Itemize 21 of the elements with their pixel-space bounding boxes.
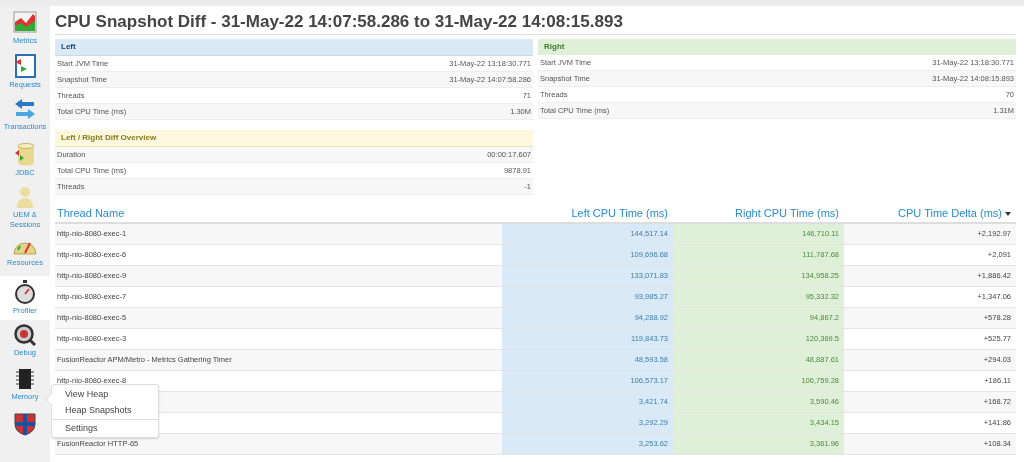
- stopwatch-icon: [14, 280, 36, 304]
- panel-header: Left / Right Diff Overview: [55, 130, 533, 147]
- column-header[interactable]: Right CPU Time (ms): [673, 207, 844, 222]
- arrows-icon: [14, 98, 36, 120]
- column-header[interactable]: Thread Name: [55, 207, 502, 222]
- panel-header: Right: [538, 39, 1016, 55]
- magnifier-bug-icon: [14, 324, 36, 346]
- database-icon: [14, 142, 36, 166]
- chip-icon: [15, 368, 35, 390]
- menu-item[interactable]: View Heap: [52, 386, 158, 402]
- shield-icon: [14, 412, 36, 436]
- chart-icon: [13, 10, 37, 34]
- user-icon: [15, 186, 35, 208]
- page-title: CPU Snapshot Diff - 31-May-22 14:07:58.286 to 31-May-22 14:08:15.893: [55, 12, 1016, 35]
- panel-header: Left: [55, 39, 533, 56]
- column-header[interactable]: Left CPU Time (ms): [502, 207, 673, 222]
- column-header[interactable]: CPU Time Delta (ms): [844, 207, 1016, 222]
- sort-caret-icon: [1005, 212, 1011, 217]
- menu-item[interactable]: Settings: [52, 419, 158, 436]
- menu-item[interactable]: Heap Snapshots: [52, 402, 158, 418]
- document-arrows-icon: [13, 54, 37, 78]
